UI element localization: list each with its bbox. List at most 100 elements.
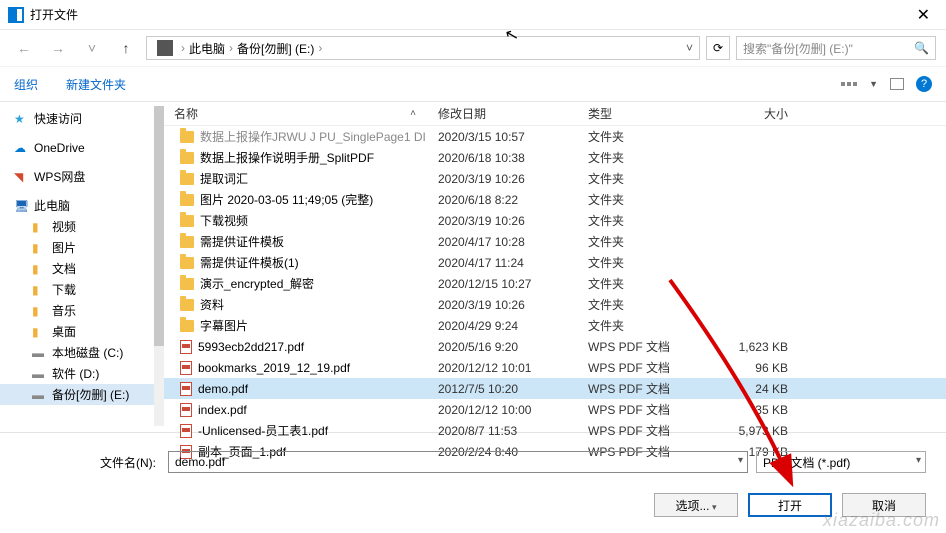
file-row[interactable]: 资料2020/3/19 10:26文件夹 xyxy=(164,294,946,315)
watermark: xiazaiba.com xyxy=(823,510,940,531)
file-type: WPS PDF 文档 xyxy=(578,401,708,418)
sidebar-item-music[interactable]: ▮音乐 xyxy=(0,300,164,321)
close-icon[interactable]: ✕ xyxy=(909,5,938,25)
column-header-row: 名称˄ 修改日期 类型 大小 xyxy=(164,102,946,126)
file-type: WPS PDF 文档 xyxy=(578,359,708,376)
sidebar-item-disk-d[interactable]: ▬软件 (D:) xyxy=(0,363,164,384)
file-row[interactable]: 数据上报操作JRWU J PU_SinglePage1 DI2020/3/15 … xyxy=(164,126,946,147)
back-button[interactable]: ← xyxy=(10,34,38,62)
file-name: 数据上报操作说明手册_SplitPDF xyxy=(200,149,374,166)
search-icon: 🔍 xyxy=(914,41,929,55)
sidebar: ★快速访问 ☁OneDrive ◥WPS网盘 🖥此电脑 ▮视频 ▮图片 ▮文档 … xyxy=(0,102,164,432)
file-date: 2012/7/5 10:20 xyxy=(428,382,578,396)
sort-arrow-icon: ˄ xyxy=(410,108,416,119)
file-size: 5,973 KB xyxy=(708,424,808,438)
file-row[interactable]: -Unlicensed-员工表1.pdf2020/8/7 11:53WPS PD… xyxy=(164,420,946,441)
file-row[interactable]: 演示_encrypted_解密 2020/12/15 10:27文件夹 xyxy=(164,273,946,294)
file-size: 35 KB xyxy=(708,403,808,417)
file-row[interactable]: 下载视频2020/3/19 10:26文件夹 xyxy=(164,210,946,231)
file-type: 文件夹 xyxy=(578,212,708,229)
pdf-icon xyxy=(180,403,192,417)
sidebar-item-quick-access[interactable]: ★快速访问 xyxy=(0,108,164,129)
new-folder-button[interactable]: 新建文件夹 xyxy=(66,76,126,93)
column-size[interactable]: 大小 xyxy=(708,105,808,122)
folder-icon xyxy=(180,194,194,206)
view-options-button[interactable] xyxy=(841,82,857,86)
filename-input[interactable]: demo.pdf ▾ xyxy=(168,451,748,473)
chevron-down-icon[interactable]: ▾ xyxy=(916,455,921,466)
file-row[interactable]: 提取词汇2020/3/19 10:26文件夹 xyxy=(164,168,946,189)
file-row[interactable]: 需提供证件模板2020/4/17 10:28文件夹 xyxy=(164,231,946,252)
chevron-down-icon[interactable]: ˅ xyxy=(686,41,693,55)
sidebar-item-this-pc[interactable]: 🖥此电脑 xyxy=(0,195,164,216)
file-row[interactable]: bookmarks_2019_12_19.pdf2020/12/12 10:01… xyxy=(164,357,946,378)
toolbar: 组织 新建文件夹 ▼ ? xyxy=(0,66,946,102)
folder-icon xyxy=(180,152,194,164)
pdf-icon xyxy=(180,424,192,438)
breadcrumb-drive[interactable]: 备份[勿删] (E:) xyxy=(237,40,314,57)
file-type: 文件夹 xyxy=(578,170,708,187)
sidebar-item-disk-e[interactable]: ▬备份[勿删] (E:) xyxy=(0,384,164,405)
file-type: 文件夹 xyxy=(578,275,708,292)
file-type: 文件夹 xyxy=(578,317,708,334)
chevron-down-icon[interactable]: ▾ xyxy=(738,455,743,466)
pdf-icon xyxy=(180,340,192,354)
sidebar-item-wps[interactable]: ◥WPS网盘 xyxy=(0,166,164,187)
forward-button[interactable]: → xyxy=(44,34,72,62)
chevron-down-icon[interactable]: ▼ xyxy=(869,79,878,89)
up-button[interactable]: ↑ xyxy=(112,34,140,62)
file-type: WPS PDF 文档 xyxy=(578,380,708,397)
dialog-title: 打开文件 xyxy=(30,6,78,23)
search-input[interactable]: 搜索"备份[勿删] (E:)" 🔍 xyxy=(736,36,936,60)
file-pane: 名称˄ 修改日期 类型 大小 数据上报操作JRWU J PU_SinglePag… xyxy=(164,102,946,432)
file-date: 2020/12/15 10:27 xyxy=(428,277,578,291)
sidebar-item-downloads[interactable]: ▮下载 xyxy=(0,279,164,300)
sidebar-item-desktop[interactable]: ▮桌面 xyxy=(0,321,164,342)
column-name[interactable]: 名称˄ xyxy=(164,105,428,122)
sidebar-scrollbar[interactable] xyxy=(154,106,164,426)
file-name: 演示_encrypted_解密 xyxy=(200,275,314,292)
file-list: 数据上报操作JRWU J PU_SinglePage1 DI2020/3/15 … xyxy=(164,126,946,462)
chevron-right-icon: › xyxy=(318,41,322,55)
file-row[interactable]: 数据上报操作说明手册_SplitPDF2020/6/18 10:38文件夹 xyxy=(164,147,946,168)
file-row[interactable]: 字幕图片 2020/4/29 9:24文件夹 xyxy=(164,315,946,336)
search-placeholder: 搜索"备份[勿删] (E:)" xyxy=(743,40,853,57)
pdf-icon xyxy=(180,361,192,375)
options-button[interactable]: 选项... xyxy=(654,493,738,517)
sidebar-item-pictures[interactable]: ▮图片 xyxy=(0,237,164,258)
file-row[interactable]: 5993ecb2dd217.pdf 2020/5/16 9:20WPS PDF 文… xyxy=(164,336,946,357)
file-name: 5993ecb2dd217.pdf xyxy=(198,340,304,354)
breadcrumb[interactable]: › 此电脑 › 备份[勿删] (E:) › ˅ xyxy=(146,36,700,60)
preview-pane-button[interactable] xyxy=(890,78,904,90)
sidebar-item-disk-c[interactable]: ▬本地磁盘 (C:) xyxy=(0,342,164,363)
filename-label: 文件名(N): xyxy=(20,454,160,471)
refresh-button[interactable]: ⟳ xyxy=(706,36,730,60)
file-date: 2020/4/29 9:24 xyxy=(428,319,578,333)
sidebar-item-documents[interactable]: ▮文档 xyxy=(0,258,164,279)
file-row[interactable]: 需提供证件模板(1)2020/4/17 11:24文件夹 xyxy=(164,252,946,273)
file-name: 需提供证件模板(1) xyxy=(200,254,299,271)
file-row[interactable]: 图片 2020-03-05 11;49;05 (完整)2020/6/18 8:2… xyxy=(164,189,946,210)
file-row[interactable]: index.pdf2020/12/12 10:00WPS PDF 文档35 KB xyxy=(164,399,946,420)
column-date[interactable]: 修改日期 xyxy=(428,105,578,122)
file-date: 2020/3/15 10:57 xyxy=(428,130,578,144)
file-date: 2020/5/16 9:20 xyxy=(428,340,578,354)
column-type[interactable]: 类型 xyxy=(578,105,708,122)
open-button[interactable]: 打开 xyxy=(748,493,832,517)
organize-menu[interactable]: 组织 xyxy=(14,76,38,93)
recent-dropdown[interactable]: ˅ xyxy=(78,34,106,62)
file-name: 图片 2020-03-05 11;49;05 (完整) xyxy=(200,191,373,208)
sidebar-item-videos[interactable]: ▮视频 xyxy=(0,216,164,237)
file-name: 需提供证件模板 xyxy=(200,233,284,250)
breadcrumb-pc[interactable]: 此电脑 xyxy=(189,40,225,57)
help-icon[interactable]: ? xyxy=(916,76,932,92)
app-icon xyxy=(8,7,24,23)
file-row-selected[interactable]: demo.pdf2012/7/5 10:20WPS PDF 文档24 KB xyxy=(164,378,946,399)
file-date: 2020/8/7 11:53 xyxy=(428,424,578,438)
sidebar-item-onedrive[interactable]: ☁OneDrive xyxy=(0,137,164,158)
file-date: 2020/3/19 10:26 xyxy=(428,172,578,186)
file-name: 字幕图片 xyxy=(200,317,248,334)
file-type-filter[interactable]: PDF 文档 (*.pdf) ▾ xyxy=(756,451,926,473)
file-type: WPS PDF 文档 xyxy=(578,338,708,355)
drive-icon xyxy=(157,40,173,56)
